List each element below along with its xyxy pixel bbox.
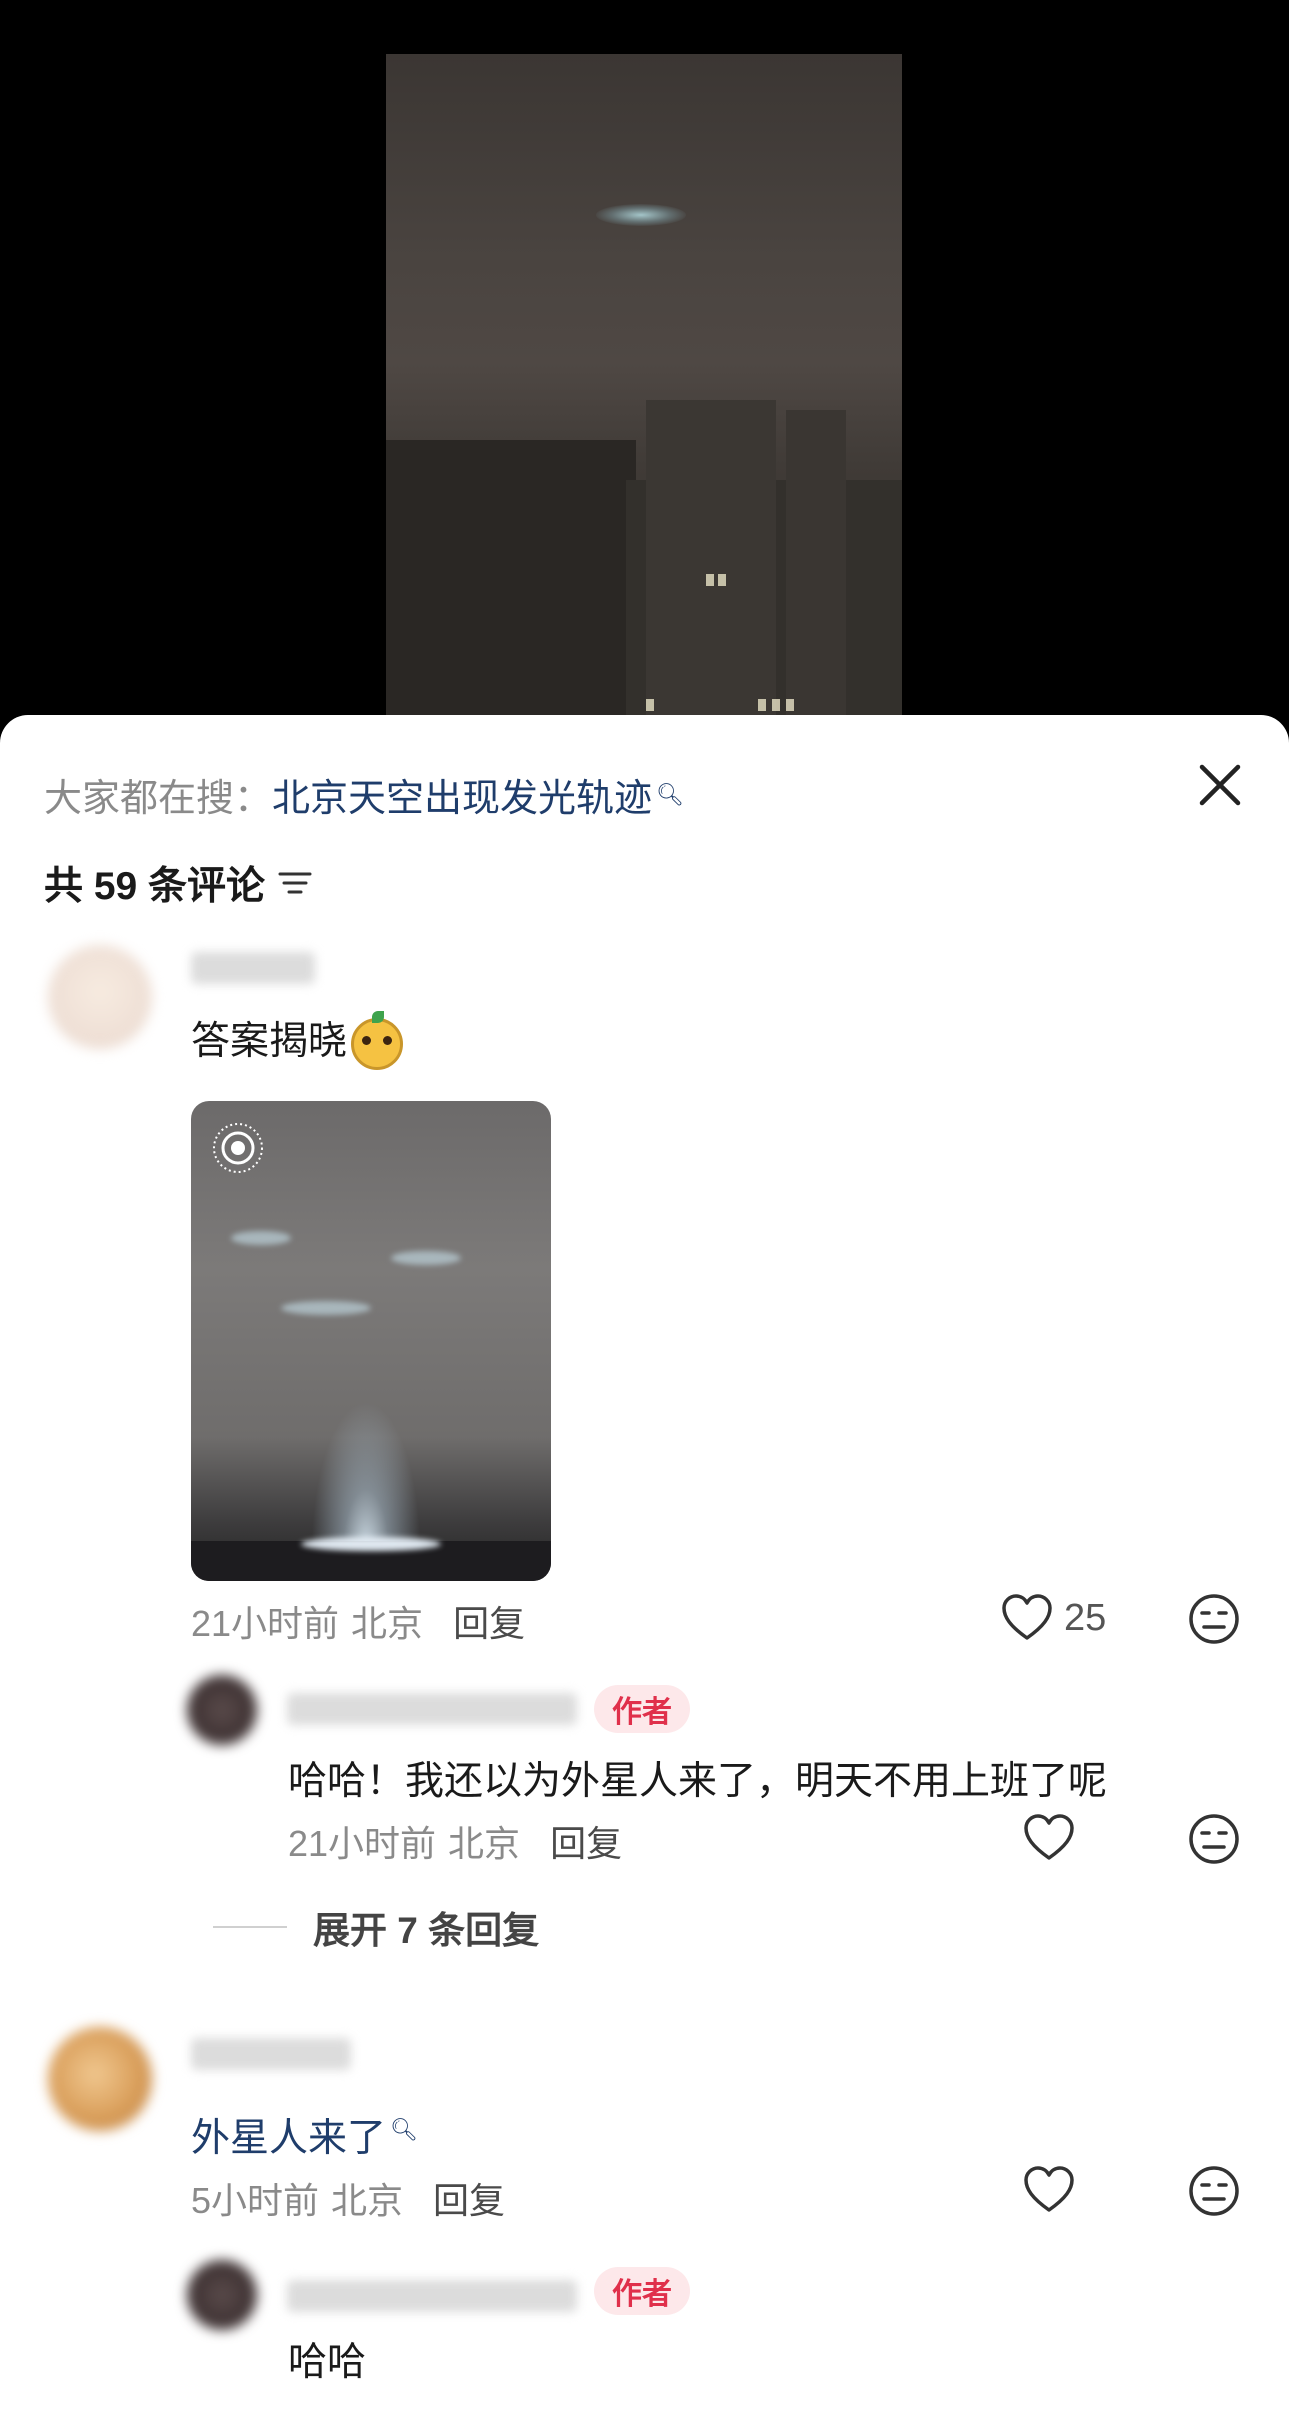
- comment-count-header: 共 59 条评论: [44, 855, 313, 911]
- like-button[interactable]: [1022, 2165, 1076, 2215]
- search-link[interactable]: 外星人来了: [191, 2117, 386, 2160]
- avatar[interactable]: [187, 1675, 257, 1745]
- comment-meta: 21小时前 北京 回复: [191, 1595, 525, 1647]
- expand-replies-button[interactable]: 展开 7 条回复: [213, 1900, 539, 1954]
- comment-text: 答案揭晓: [191, 1010, 404, 1070]
- building: [646, 400, 776, 740]
- reply-location: 北京: [448, 1823, 521, 1864]
- comments-sheet: 大家都在搜： 北京天空出现发光轨迹 🔍︎ 共 59 条评论 答案揭晓 21小时前…: [0, 715, 1289, 2421]
- search-icon: 🔍︎: [390, 2117, 418, 2142]
- avatar[interactable]: [48, 2027, 152, 2131]
- reply-text: 哈哈: [288, 2341, 367, 2384]
- light-streak: [281, 1301, 371, 1315]
- avatar[interactable]: [187, 2260, 257, 2330]
- comment-meta: 5小时前 北京 回复: [191, 2172, 505, 2224]
- lit-window: [706, 574, 714, 586]
- reply-button[interactable]: 回复: [433, 2172, 505, 2224]
- heart-icon: [1024, 1814, 1074, 1860]
- comment-time: 5小时前: [191, 2180, 320, 2221]
- comment-location: 北京: [351, 1603, 424, 1644]
- neutral-face-icon[interactable]: [1187, 1812, 1241, 1866]
- author-badge: 作者: [594, 1685, 690, 1733]
- video-frame[interactable]: [386, 54, 902, 740]
- close-button[interactable]: [1190, 755, 1250, 815]
- author-badge: 作者: [594, 2267, 690, 2315]
- username-blurred[interactable]: [287, 2280, 577, 2312]
- like-button[interactable]: 25: [1000, 1593, 1106, 1643]
- username-blurred[interactable]: [191, 952, 315, 984]
- search-icon: 🔍︎: [656, 781, 684, 807]
- lit-window: [718, 574, 726, 586]
- building: [386, 440, 636, 740]
- emoji-icon: [351, 1010, 404, 1070]
- trending-search-prefix: 大家都在搜：: [44, 778, 273, 820]
- neutral-face-icon[interactable]: [1187, 1592, 1241, 1646]
- live-photo-icon: [213, 1123, 263, 1173]
- lit-window: [772, 699, 780, 711]
- reply-button[interactable]: 回复: [453, 1595, 525, 1647]
- trending-search-term[interactable]: 北京天空出现发光轨迹: [272, 767, 652, 822]
- stadium-light: [301, 1537, 441, 1551]
- trending-search-bar[interactable]: 大家都在搜： 北京天空出现发光轨迹 🔍︎: [44, 767, 684, 822]
- comment-count: 共 59 条评论: [44, 865, 266, 908]
- reply-text: 哈哈！我还以为外星人来了，明天不用上班了呢: [288, 1760, 1108, 1803]
- sort-icon[interactable]: [277, 868, 313, 898]
- like-count: 25: [1064, 1596, 1107, 1639]
- expand-replies-label: 展开 7 条回复: [313, 1910, 540, 1951]
- comment-text-content: 答案揭晓: [191, 1020, 348, 1063]
- video-player[interactable]: [0, 0, 1289, 740]
- comment-time: 21小时前: [191, 1603, 340, 1644]
- username-blurred[interactable]: [191, 2038, 351, 2070]
- light-streak: [391, 1251, 461, 1265]
- comment-location: 北京: [331, 2180, 404, 2221]
- like-button[interactable]: [1022, 1813, 1076, 1863]
- avatar[interactable]: [48, 945, 152, 1049]
- heart-icon: [1024, 2166, 1074, 2212]
- light-streak: [231, 1231, 291, 1245]
- building: [786, 410, 846, 740]
- reply-time: 21小时前: [288, 1823, 437, 1864]
- heart-icon: [1002, 1594, 1052, 1640]
- neutral-face-icon[interactable]: [1187, 2164, 1241, 2218]
- comment-image[interactable]: [191, 1101, 551, 1581]
- reply-meta: 21小时前 北京 回复: [288, 1815, 622, 1867]
- lit-window: [758, 699, 766, 711]
- username-blurred[interactable]: [287, 1693, 577, 1725]
- close-icon: [1199, 764, 1241, 806]
- lit-window: [646, 699, 654, 711]
- lit-window: [786, 699, 794, 711]
- reply-button[interactable]: 回复: [550, 1815, 622, 1867]
- comment-text[interactable]: 外星人来了 🔍︎: [191, 2107, 418, 2163]
- divider: [213, 1926, 287, 1928]
- sky-light-trail: [596, 204, 686, 226]
